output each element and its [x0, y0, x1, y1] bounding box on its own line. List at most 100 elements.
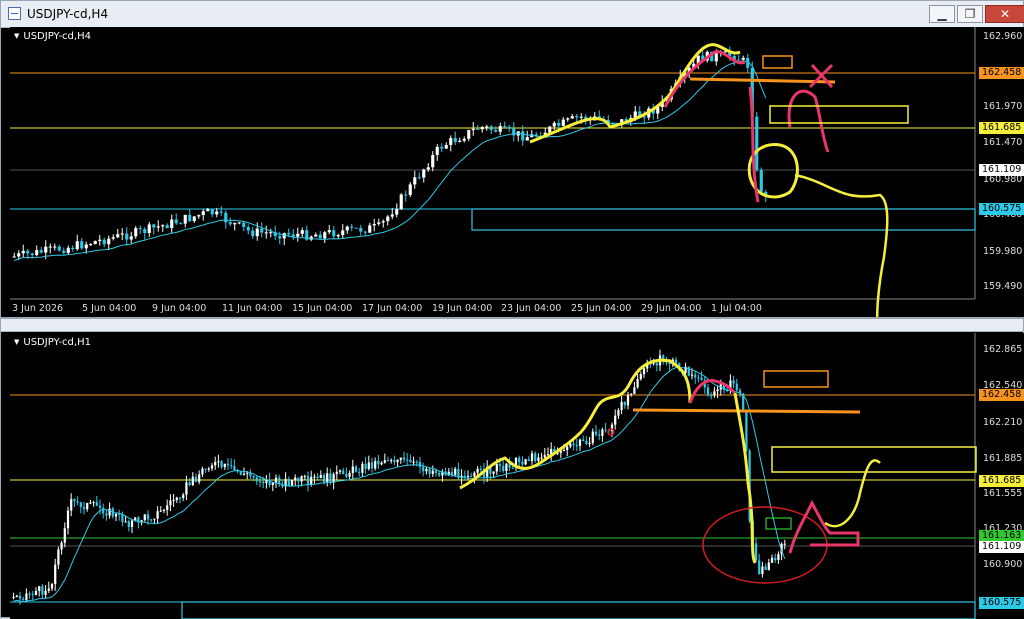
h4-candle — [494, 129, 498, 132]
h4-candle — [444, 144, 448, 149]
price-axis-label: 162.865 — [983, 344, 1023, 355]
h1-candle — [518, 457, 521, 462]
h4-candle — [440, 146, 444, 149]
h1-candle — [540, 457, 543, 459]
h4-candle — [404, 194, 408, 196]
h1-candle — [258, 481, 262, 483]
h1-candle — [450, 471, 454, 475]
h4-candle — [228, 222, 232, 225]
h4-candle — [93, 241, 97, 245]
price-axis-label: 162.960 — [983, 31, 1023, 42]
h1-candle — [745, 412, 748, 451]
chart-canvas-h1 — [10, 333, 977, 619]
h1-candle — [425, 468, 428, 472]
h1-candle — [329, 473, 332, 483]
h4-candle — [282, 233, 286, 239]
h4-candle — [426, 167, 430, 170]
h1-candle — [598, 434, 601, 436]
window-titlebar-partial[interactable] — [1, 319, 1023, 332]
highlight-ellipse — [702, 506, 828, 584]
h4-candle — [327, 230, 331, 233]
h4-candle — [53, 246, 57, 248]
h4-candle — [314, 234, 318, 237]
h1-candle — [66, 510, 70, 529]
h1-candle — [57, 549, 60, 565]
h1-candle — [764, 566, 767, 570]
h4-candle — [570, 116, 574, 119]
h1-candle — [582, 439, 585, 441]
restore-button[interactable]: ❐ — [957, 5, 983, 23]
h1-candle — [105, 513, 108, 516]
chart-window-h1[interactable]: USDJPY-cd,H1 162.865 162.540 162.210 161… — [0, 318, 1024, 619]
level-tag: 162.458 — [979, 67, 1024, 79]
h4-candle — [467, 130, 471, 139]
h1-candle — [306, 475, 310, 485]
time-axis-label: 29 Jun 04:00 — [641, 303, 702, 314]
h4-candle — [422, 169, 426, 178]
h4-candle — [300, 230, 304, 234]
close-button[interactable]: ✕ — [985, 5, 1024, 23]
h4-candle — [755, 116, 759, 170]
h4-candle — [332, 230, 336, 237]
h4-candle — [111, 237, 115, 239]
h4-candle — [224, 212, 228, 223]
h1-candle — [585, 440, 588, 445]
h1-candle — [473, 472, 476, 477]
h1-candle — [210, 465, 214, 469]
h1-candle — [54, 564, 57, 584]
h1-candle — [82, 507, 86, 510]
h4-candle — [48, 246, 52, 248]
h4-candle — [453, 138, 457, 142]
h4-candle — [341, 230, 345, 236]
h4-candle — [269, 232, 273, 234]
h1-candle — [390, 460, 393, 462]
h1-candle — [466, 475, 470, 478]
chart-area-h4[interactable]: USDJPY-cd,H4 162.960 161.970 161.470 160… — [10, 27, 1024, 317]
h4-candle — [215, 211, 219, 215]
drawn-zone-box — [762, 55, 793, 69]
h1-candle — [521, 461, 524, 465]
h1-candle — [217, 461, 220, 463]
h4-candle — [152, 224, 156, 228]
chart-canvas-h4 — [10, 27, 976, 317]
h4-candle — [206, 209, 210, 212]
h4-candle — [161, 225, 165, 227]
h1-candle — [108, 508, 111, 516]
h1-candle — [143, 514, 146, 521]
h4-candle — [359, 228, 363, 232]
chart-area-h1[interactable]: USDJPY-cd,H1 162.865 162.540 162.210 161… — [10, 333, 1024, 619]
level-tag: 161.685 — [979, 475, 1024, 487]
h4-candle — [62, 250, 66, 253]
h4-candle — [170, 219, 174, 229]
h1-candle — [300, 476, 303, 482]
minimize-button[interactable]: ▁ — [929, 5, 955, 23]
h1-candle — [569, 443, 572, 447]
h1-candle — [361, 463, 364, 473]
h1-candle — [47, 588, 50, 591]
connector-arrow — [824, 459, 881, 528]
h1-candle — [60, 542, 63, 550]
h4-candle — [471, 128, 475, 131]
chart-symbol-label: USDJPY-cd,H4 — [14, 31, 91, 42]
h1-candle — [655, 362, 658, 366]
h1-candle — [767, 562, 770, 570]
h4-candle — [390, 214, 394, 217]
price-axis-label: 161.470 — [983, 137, 1023, 148]
time-axis-label: 11 Jun 04:00 — [222, 303, 283, 314]
h1-candle — [630, 393, 633, 395]
h1-candle — [313, 476, 316, 478]
h1-candle — [159, 510, 162, 512]
chart-window-h4[interactable]: USDJPY-cd,H4 ▁ ❐ ✕ USDJPY-cd,H4 162.960 … — [0, 0, 1024, 318]
h1-candle — [230, 465, 233, 467]
h1-candle — [697, 377, 700, 379]
drawn-level-line — [689, 77, 836, 84]
h1-candle — [546, 454, 550, 456]
h4-candle — [296, 233, 300, 237]
h1-candle — [201, 468, 204, 475]
window-titlebar[interactable]: USDJPY-cd,H4 ▁ ❐ ✕ — [1, 1, 1024, 28]
h1-candle — [175, 497, 178, 500]
h1-candle — [76, 501, 79, 503]
h1-candle — [220, 461, 223, 468]
h1-candle — [204, 468, 207, 470]
h1-candle — [470, 475, 473, 477]
